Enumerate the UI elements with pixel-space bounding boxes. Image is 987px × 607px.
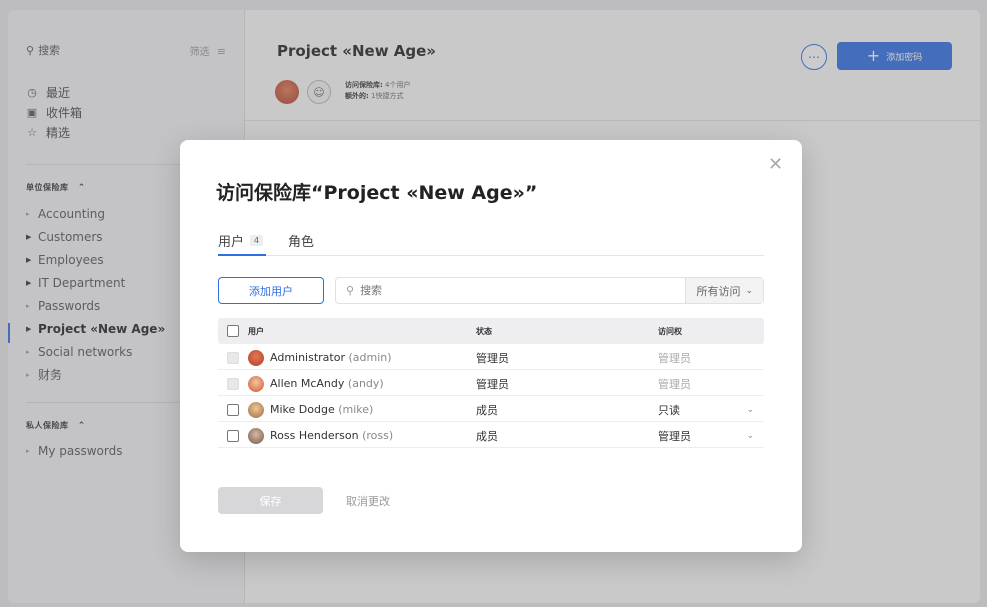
search-icon: ⚲: [346, 284, 355, 297]
table-row: Allen McAndy (andy) 管理员 管理员: [218, 372, 764, 396]
avatar: [248, 375, 264, 392]
access-value: 管理员: [658, 429, 691, 443]
user-name: Mike Dodge: [270, 403, 335, 416]
table-row: Administrator (admin) 管理员 管理员: [218, 346, 764, 370]
tab-label: 角色: [288, 234, 315, 250]
vault-access-dialog: ✕ 访问保险库“Project «New Age»” 用户 4 角色 添加用户 …: [180, 140, 802, 552]
access-value: 管理员: [658, 351, 691, 365]
table-row: Mike Dodge (mike) 成员 只读 ⌄: [218, 398, 764, 422]
access-level-dropdown[interactable]: 只读 ⌄: [658, 402, 764, 418]
row-checkbox: [227, 351, 239, 364]
user-login: (andy): [347, 377, 384, 390]
tab-count-badge: 4: [250, 234, 264, 246]
access-value: 管理员: [658, 377, 691, 391]
add-user-button[interactable]: 添加用户: [218, 277, 324, 304]
column-header-status: 状态: [476, 326, 492, 336]
cancel-button[interactable]: 取消更改: [346, 487, 390, 514]
user-login: (ross): [362, 429, 394, 442]
chevron-down-icon: ⌄: [746, 404, 754, 415]
access-level: 管理员: [658, 376, 764, 392]
chevron-down-icon: ⌄: [745, 285, 753, 296]
tab-label: 用户: [218, 234, 245, 250]
access-level: 管理员: [658, 350, 764, 366]
access-filter-dropdown[interactable]: 所有访问 ⌄: [685, 278, 763, 303]
column-header-user: 用户: [248, 326, 264, 336]
dialog-tabs: 用户 4 角色: [218, 228, 764, 256]
users-table: 用户 状态 访问权 Administrator (admin) 管理员 管理员 …: [218, 318, 764, 448]
user-status: 成员: [476, 429, 498, 443]
dialog-title: 访问保险库“Project «New Age»”: [216, 182, 538, 204]
access-value: 只读: [658, 403, 680, 417]
user-login: (mike): [338, 403, 374, 416]
tab-roles[interactable]: 角色: [288, 228, 314, 252]
user-login: (admin): [348, 351, 392, 364]
user-status: 管理员: [476, 377, 509, 391]
user-name: Allen McAndy: [270, 377, 345, 390]
close-icon[interactable]: ✕: [768, 154, 783, 175]
table-row: Ross Henderson (ross) 成员 管理员 ⌄: [218, 424, 764, 448]
column-header-access: 访问权: [658, 326, 682, 336]
access-filter-value: 所有访问: [696, 284, 741, 298]
user-search: ⚲ 所有访问 ⌄: [335, 277, 764, 304]
avatar: [248, 427, 264, 444]
user-search-input[interactable]: [360, 284, 661, 297]
user-name: Administrator: [270, 351, 345, 364]
save-button[interactable]: 保存: [218, 487, 323, 514]
select-all-checkbox[interactable]: [227, 325, 239, 337]
row-checkbox: [227, 377, 239, 390]
avatar: [248, 349, 264, 366]
chevron-down-icon: ⌄: [746, 430, 754, 441]
tab-users[interactable]: 用户 4: [218, 228, 267, 256]
avatar: [248, 401, 264, 418]
table-header: 用户 状态 访问权: [218, 318, 764, 344]
row-checkbox[interactable]: [227, 429, 239, 442]
access-level-dropdown[interactable]: 管理员 ⌄: [658, 428, 764, 444]
row-checkbox[interactable]: [227, 403, 239, 416]
user-status: 管理员: [476, 351, 509, 365]
user-name: Ross Henderson: [270, 429, 359, 442]
user-status: 成员: [476, 403, 498, 417]
